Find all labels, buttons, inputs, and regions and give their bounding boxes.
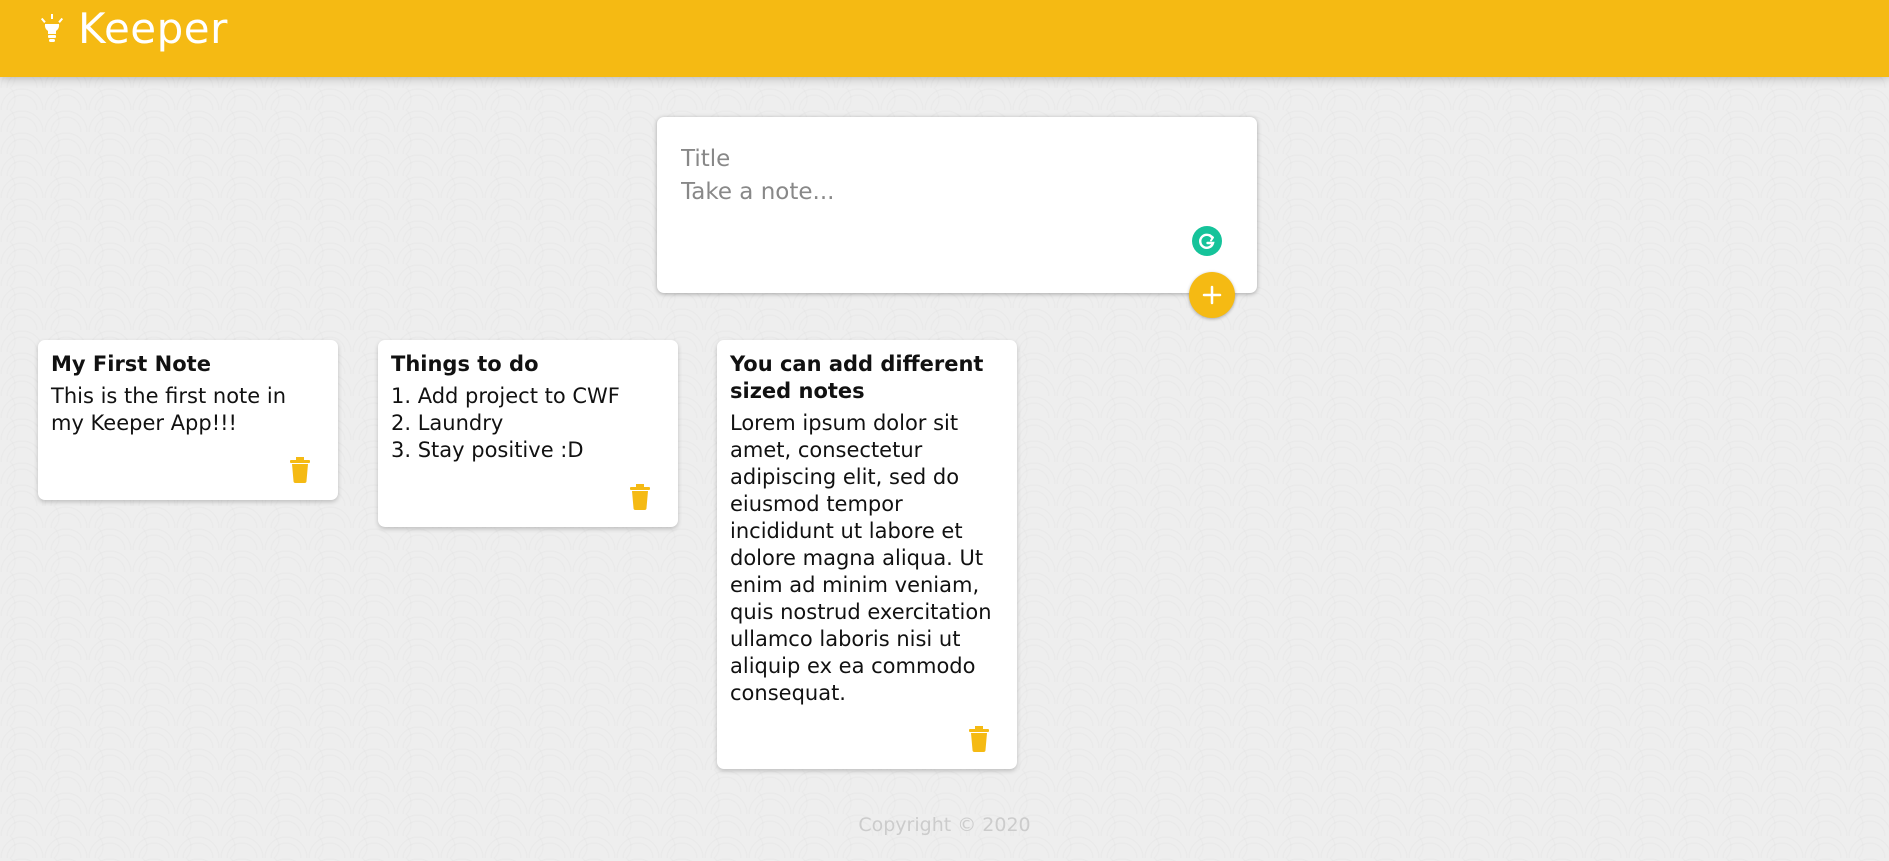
note-content-input[interactable] [681, 179, 1221, 239]
create-note-form [657, 117, 1257, 293]
delete-note-button[interactable] [965, 723, 993, 753]
app-header: Keeper [0, 0, 1889, 77]
delete-note-button[interactable] [626, 481, 654, 511]
copyright-text: Copyright © 2020 [858, 814, 1031, 836]
note-title: Things to do [391, 352, 539, 376]
note-title: You can add different sized notes [730, 352, 984, 403]
trash-icon [630, 484, 650, 510]
grammarly-icon[interactable] [1192, 226, 1222, 256]
note-content: This is the first note in my Keeper App!… [51, 384, 287, 435]
delete-note-button[interactable] [286, 454, 314, 484]
note-card: My First Note This is the first note in … [38, 340, 338, 500]
note-card: Things to do 1. Add project to CWF 2. La… [378, 340, 678, 527]
app-title: Keeper [78, 4, 228, 53]
plus-icon [1202, 285, 1222, 305]
trash-icon [290, 457, 310, 483]
lightbulb-icon [40, 14, 64, 42]
note-content: Lorem ipsum dolor sit amet, consectetur … [730, 411, 992, 705]
note-content: 1. Add project to CWF 2. Laundry 3. Stay… [391, 384, 620, 462]
grammarly-g-icon [1199, 233, 1215, 249]
note-card: You can add different sized notes Lorem … [717, 340, 1017, 769]
page-footer: Copyright © 2020 [0, 814, 1889, 836]
note-title: My First Note [51, 352, 211, 376]
note-title-input[interactable] [681, 141, 1221, 177]
trash-icon [969, 726, 989, 752]
add-note-button[interactable] [1189, 272, 1235, 318]
